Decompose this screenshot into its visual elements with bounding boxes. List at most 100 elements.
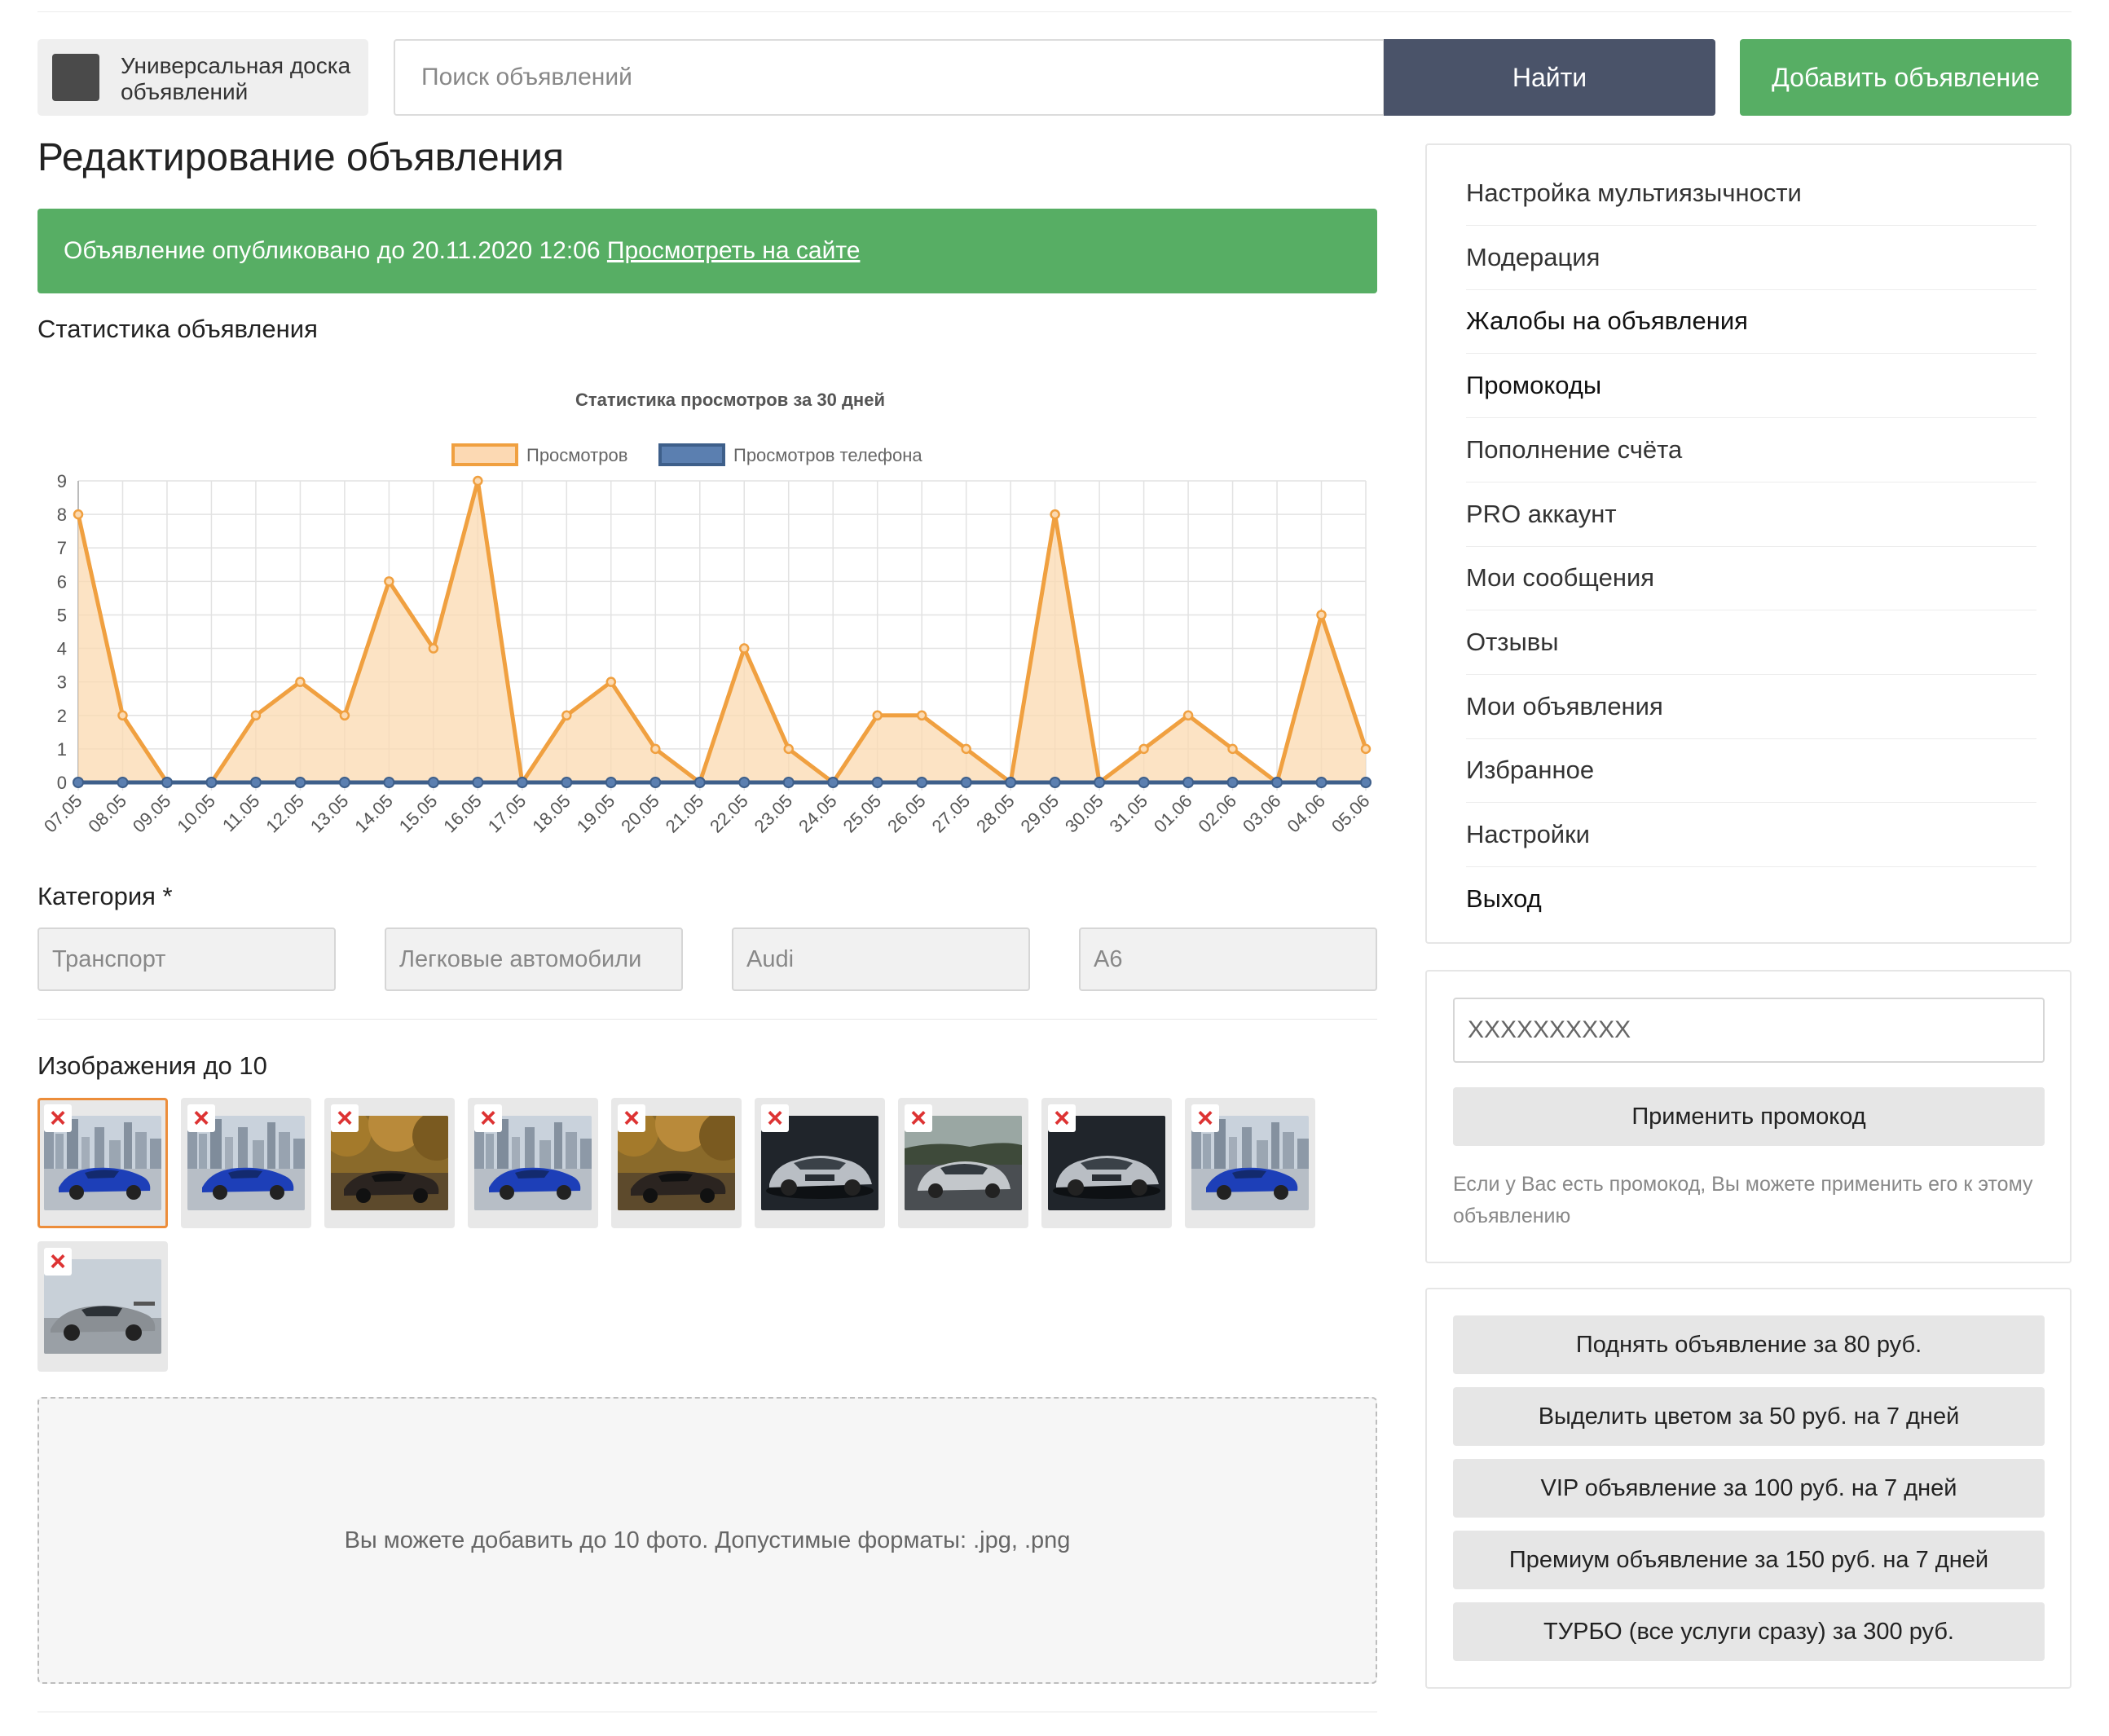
data-point-views — [295, 676, 306, 687]
remove-image-icon[interactable]: × — [1048, 1104, 1076, 1132]
remove-image-icon[interactable]: × — [187, 1104, 215, 1132]
sidebar-menu-item[interactable]: PRO аккаунт — [1466, 482, 2036, 547]
category-field-2[interactable]: Легковые автомобили — [385, 927, 683, 991]
sidebar-menu-item[interactable]: Модерация — [1466, 226, 2036, 290]
x-tick-label: 05.06 — [1327, 791, 1374, 837]
x-tick-label: 24.05 — [795, 791, 841, 837]
view-on-site-link[interactable]: Просмотреть на сайте — [607, 237, 861, 264]
x-tick-label: 27.05 — [928, 791, 975, 837]
data-point-phone — [117, 777, 129, 788]
sidebar-menu-item[interactable]: Выход — [1466, 867, 2036, 931]
service-button[interactable]: ТУРБО (все услуги сразу) за 300 руб. — [1453, 1602, 2045, 1661]
data-point-views — [339, 710, 350, 721]
data-point-phone — [1005, 777, 1017, 788]
data-point-views — [1227, 743, 1238, 755]
find-button[interactable]: Найти — [1384, 39, 1715, 116]
data-point-phone — [1226, 777, 1239, 788]
service-button[interactable]: Поднять объявление за 80 руб. — [1453, 1315, 2045, 1374]
data-point-views — [250, 710, 262, 721]
x-tick-label: 10.05 — [173, 791, 219, 837]
data-point-views — [73, 509, 84, 520]
y-tick-label: 9 — [57, 471, 67, 491]
data-point-views — [1182, 710, 1194, 721]
site-logo[interactable]: Универсальная доска объявлений — [37, 39, 368, 116]
photo-dropzone[interactable]: Вы можете добавить до 10 фото. Допустимы… — [37, 1397, 1377, 1684]
image-thumbnail[interactable]: × — [37, 1241, 168, 1372]
search-input[interactable] — [394, 39, 1385, 116]
image-thumbnail[interactable]: × — [181, 1098, 311, 1228]
sidebar-menu-item[interactable]: Отзывы — [1466, 610, 2036, 675]
data-point-views — [428, 643, 439, 654]
sidebar-menu-item[interactable]: Пополнение счёта — [1466, 418, 2036, 482]
x-tick-label: 15.05 — [395, 791, 442, 837]
y-tick-label: 5 — [57, 605, 67, 625]
sidebar-menu-item[interactable]: Промокоды — [1466, 354, 2036, 419]
category-field-4[interactable]: A6 — [1079, 927, 1377, 991]
x-tick-label: 01.06 — [1150, 791, 1196, 837]
sidebar-menu-item[interactable]: Мои сообщения — [1466, 546, 2036, 611]
add-listing-button[interactable]: Добавить объявление — [1740, 39, 2072, 116]
data-point-phone — [1315, 777, 1327, 788]
images-label: Изображения до 10 — [37, 1051, 267, 1080]
image-thumbnail[interactable]: × — [611, 1098, 742, 1228]
data-point-phone — [472, 777, 484, 788]
data-point-phone — [73, 777, 84, 788]
data-point-phone — [1094, 777, 1106, 788]
y-tick-label: 6 — [57, 571, 67, 592]
image-thumbnail[interactable]: × — [324, 1098, 455, 1228]
x-tick-label: 31.05 — [1106, 791, 1152, 837]
data-point-views — [1360, 743, 1372, 755]
sidebar-menu-item[interactable]: Избранное — [1466, 738, 2036, 804]
series-area-views — [78, 481, 1366, 782]
chart-title: Статистика просмотров за 30 дней — [575, 390, 885, 410]
views-chart: Статистика просмотров за 30 дней Просмотр… — [40, 390, 1374, 837]
image-thumbnail[interactable]: × — [1041, 1098, 1172, 1228]
sidebar-menu-item[interactable]: Настройки — [1466, 803, 2036, 867]
x-tick-label: 28.05 — [972, 791, 1019, 837]
promo-panel: XXXXXXXXXX Применить промокод Если у Вас… — [1425, 970, 2072, 1263]
image-thumbnail[interactable]: × — [898, 1098, 1028, 1228]
data-point-views — [916, 710, 927, 721]
remove-image-icon[interactable]: × — [1191, 1104, 1219, 1132]
image-thumbnail[interactable]: × — [468, 1098, 598, 1228]
remove-image-icon[interactable]: × — [474, 1104, 502, 1132]
remove-image-icon[interactable]: × — [44, 1248, 72, 1276]
image-thumbnail[interactable]: × — [755, 1098, 885, 1228]
logo-icon — [52, 54, 99, 101]
promo-code-input[interactable]: XXXXXXXXXX — [1453, 998, 2045, 1063]
logo-text: Универсальная доска объявлений — [121, 53, 351, 104]
image-thumbnail[interactable]: × — [1185, 1098, 1315, 1228]
data-point-phone — [1271, 777, 1283, 788]
sidebar-menu: Настройка мультиязычности Модерация Жалобы… — [1425, 143, 2072, 944]
data-point-phone — [738, 777, 751, 788]
remove-image-icon[interactable]: × — [44, 1104, 72, 1132]
stats-label: Статистика объявления — [37, 315, 318, 343]
data-point-phone — [1138, 777, 1150, 788]
sidebar-menu-item[interactable]: Настройка мультиязычности — [1466, 161, 2036, 226]
remove-image-icon[interactable]: × — [761, 1104, 789, 1132]
image-thumbnail[interactable]: × — [37, 1098, 168, 1228]
data-point-views — [650, 743, 661, 755]
apply-promo-button[interactable]: Применить промокод — [1453, 1087, 2045, 1146]
x-tick-label: 12.05 — [262, 791, 308, 837]
x-tick-label: 03.06 — [1239, 791, 1285, 837]
service-button[interactable]: VIP объявление за 100 руб. на 7 дней — [1453, 1459, 2045, 1518]
category-field-3[interactable]: Audi — [732, 927, 1030, 991]
sidebar-menu-item[interactable]: Жалобы на объявления — [1466, 289, 2036, 355]
data-point-views — [473, 475, 483, 487]
category-field-1[interactable]: Транспорт — [37, 927, 336, 991]
sidebar-menu-item[interactable]: Мои объявления — [1466, 675, 2036, 739]
x-tick-label: 11.05 — [218, 791, 263, 835]
data-point-phone — [1049, 777, 1061, 788]
remove-image-icon[interactable]: × — [905, 1104, 932, 1132]
service-button[interactable]: Премиум объявление за 150 руб. на 7 дней — [1453, 1531, 2045, 1589]
y-tick-label: 2 — [57, 706, 67, 726]
remove-image-icon[interactable]: × — [331, 1104, 359, 1132]
x-tick-label: 29.05 — [1017, 791, 1063, 837]
remove-image-icon[interactable]: × — [618, 1104, 645, 1132]
service-button[interactable]: Выделить цветом за 50 руб. на 7 дней — [1453, 1387, 2045, 1446]
data-point-phone — [871, 777, 883, 788]
data-point-phone — [960, 777, 972, 788]
x-tick-label: 07.05 — [40, 791, 86, 837]
x-tick-label: 23.05 — [751, 791, 797, 837]
